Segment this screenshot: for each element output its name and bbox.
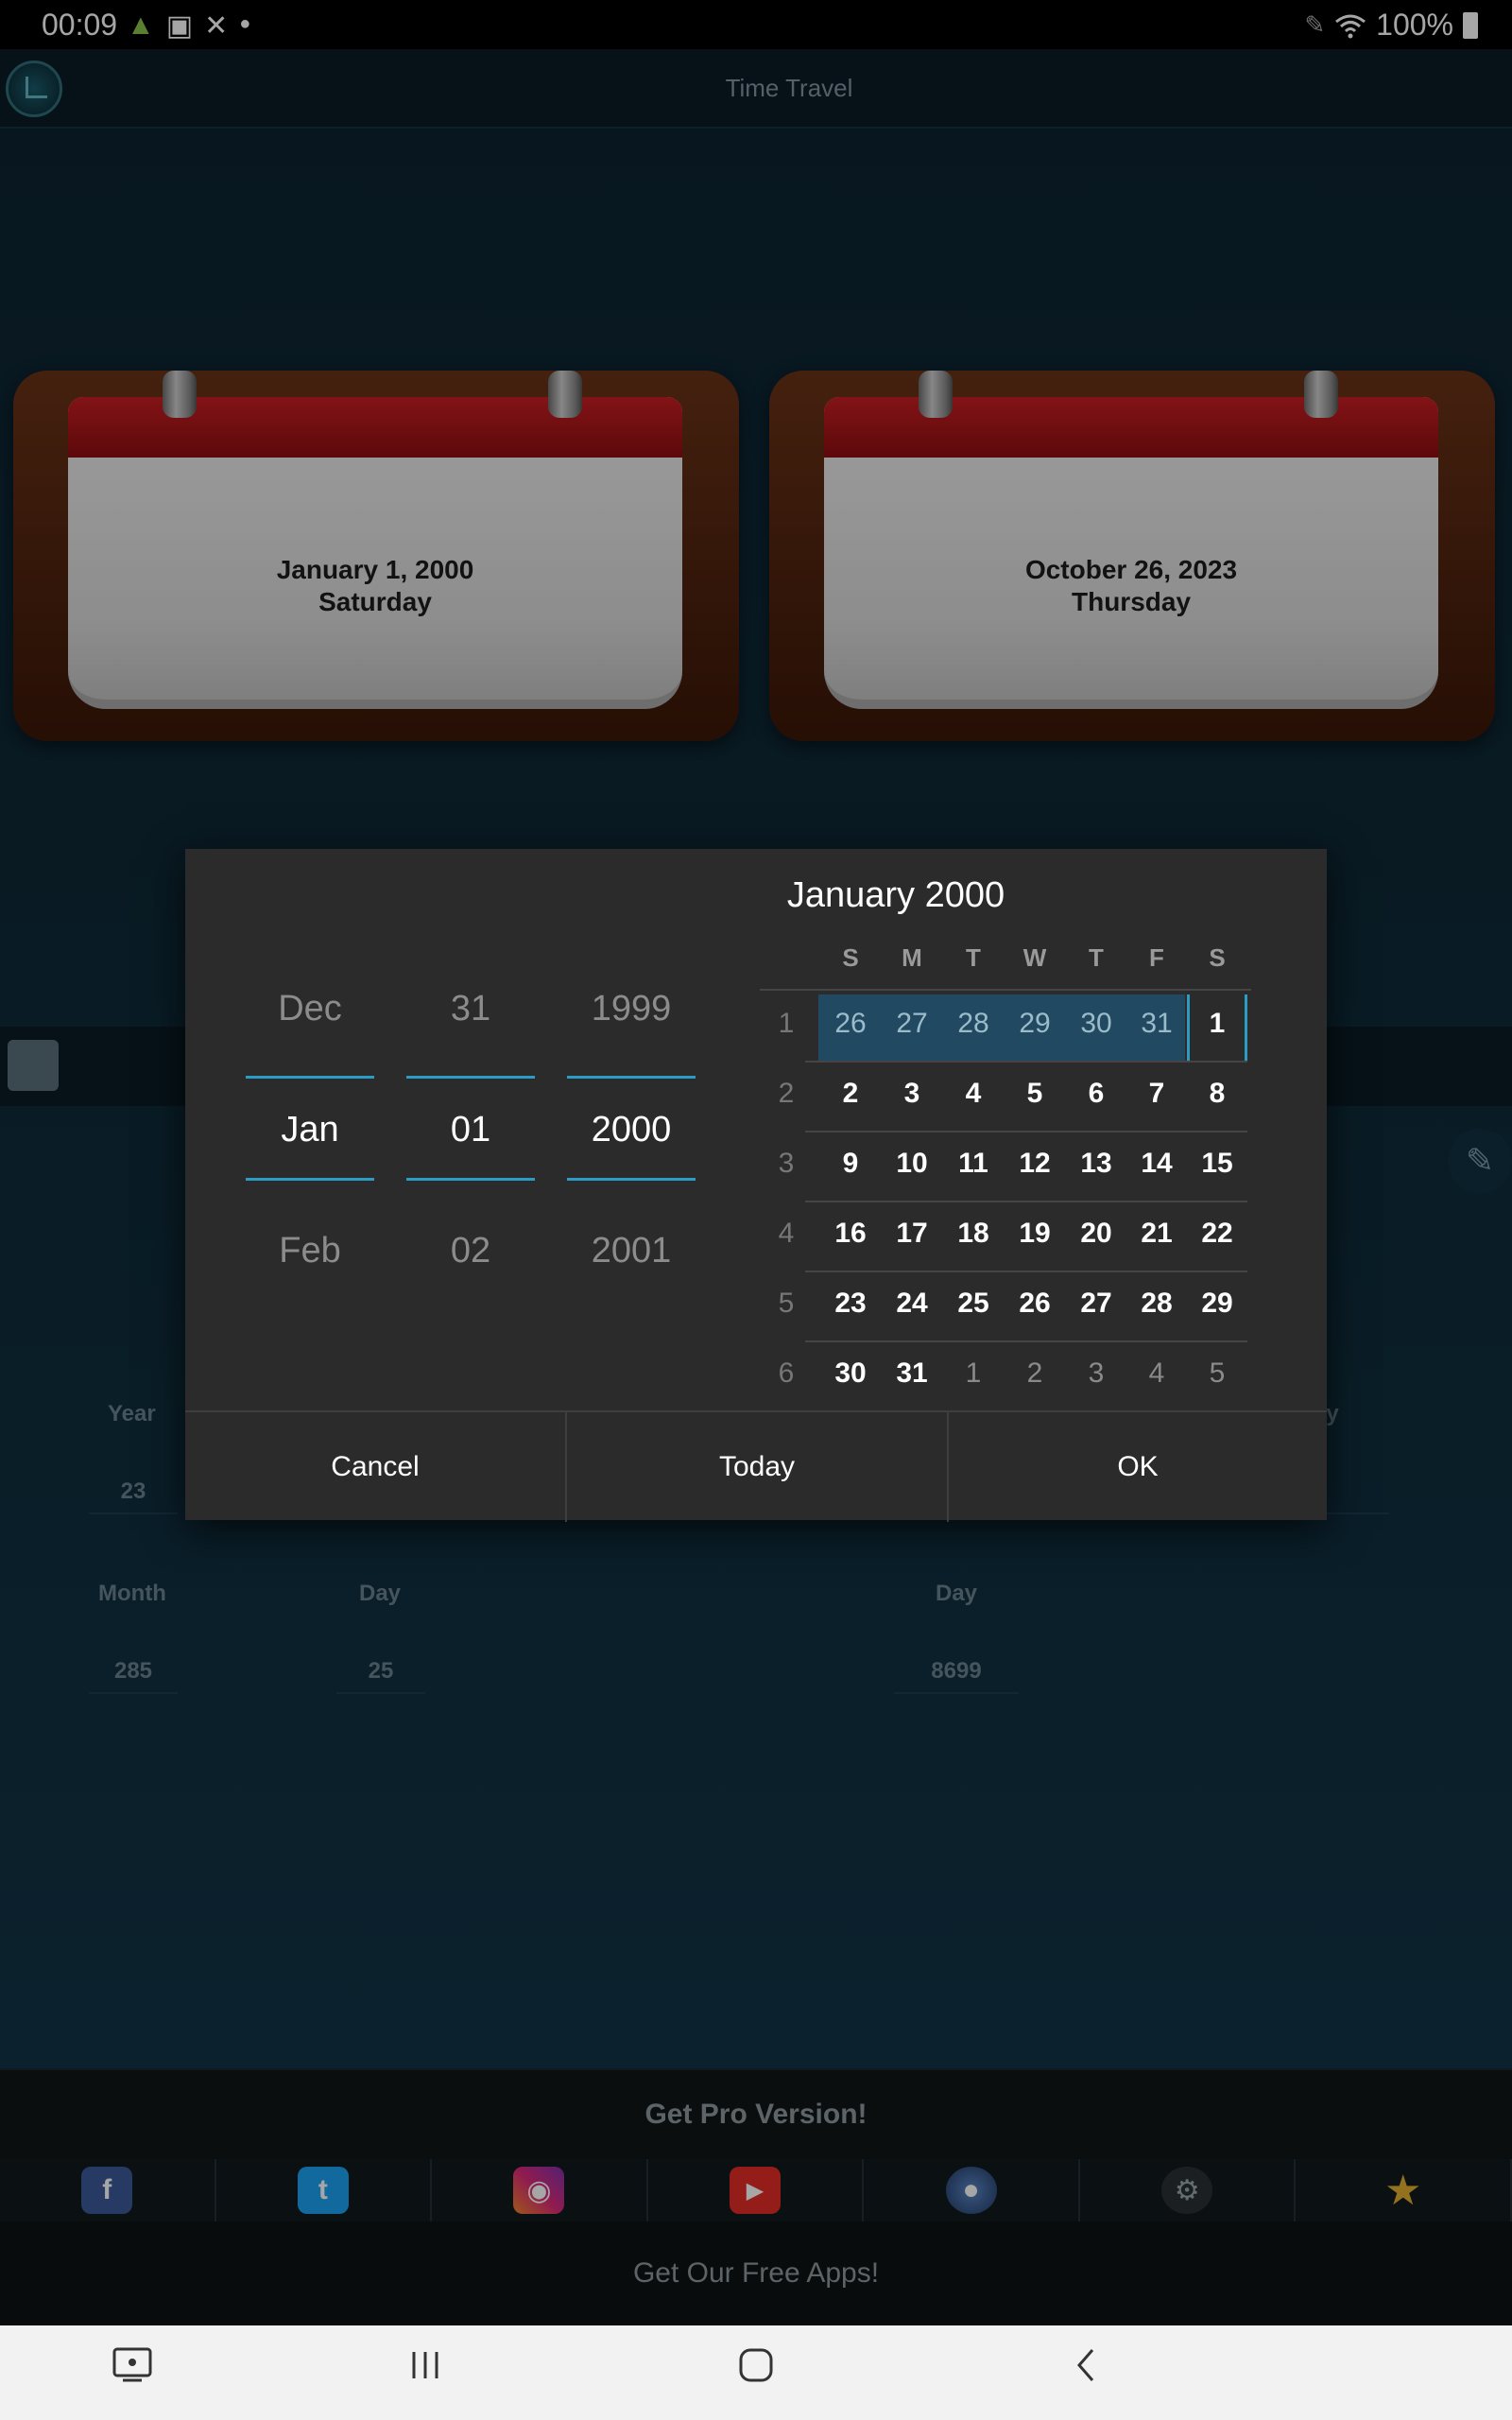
calendar-day[interactable]: 3 xyxy=(882,1078,942,1110)
app-root: 00:09 ▲ ▣ ✕ ● ✎ 100% Time Travel January… xyxy=(0,0,1512,2420)
calendar-day[interactable]: 1 xyxy=(1187,1008,1247,1040)
calendar-day[interactable]: 27 xyxy=(1066,1288,1126,1320)
year-prev[interactable]: 1999 xyxy=(567,989,696,1029)
calendar-day[interactable]: 27 xyxy=(882,1008,942,1040)
month-prev[interactable]: Dec xyxy=(246,989,374,1029)
calendar-day[interactable]: 5 xyxy=(1187,1357,1247,1390)
weekday-label: M xyxy=(902,943,922,972)
calendar-row-divider xyxy=(805,1131,1247,1132)
screen-icon[interactable] xyxy=(104,2346,161,2399)
week-number: 4 xyxy=(778,1218,795,1249)
back-icon[interactable] xyxy=(1058,2346,1115,2399)
calendar-day[interactable]: 6 xyxy=(1066,1078,1126,1110)
spinner-divider xyxy=(246,1178,374,1181)
week-number: 5 xyxy=(778,1288,795,1319)
week-number: 3 xyxy=(778,1148,795,1179)
calendar-day[interactable]: 26 xyxy=(1005,1288,1065,1320)
day-next[interactable]: 02 xyxy=(406,1231,535,1271)
week-number: 1 xyxy=(778,1008,795,1039)
calendar-divider xyxy=(760,989,1251,991)
calendar-day[interactable]: 15 xyxy=(1187,1148,1247,1180)
calendar-row-divider xyxy=(805,1270,1247,1272)
calendar-day[interactable]: 11 xyxy=(943,1148,1004,1180)
year-current[interactable]: 2000 xyxy=(567,1110,696,1150)
calendar-day[interactable]: 2 xyxy=(820,1078,881,1110)
calendar-day[interactable]: 1 xyxy=(943,1357,1004,1390)
weekday-label: S xyxy=(842,943,859,972)
spinner-divider xyxy=(406,1178,535,1181)
week-number: 2 xyxy=(778,1078,795,1109)
weekday-label: T xyxy=(1089,943,1104,972)
calendar-day[interactable]: 5 xyxy=(1005,1078,1065,1110)
weekday-label: F xyxy=(1149,943,1164,972)
navigation-bar xyxy=(0,2325,1512,2420)
calendar-day[interactable]: 4 xyxy=(943,1078,1004,1110)
calendar-day[interactable]: 29 xyxy=(1187,1288,1247,1320)
calendar-day[interactable]: 3 xyxy=(1066,1357,1126,1390)
calendar-day[interactable]: 22 xyxy=(1187,1218,1247,1250)
today-button[interactable]: Today xyxy=(565,1412,947,1522)
weekday-label: T xyxy=(966,943,981,972)
calendar-day[interactable]: 2 xyxy=(1005,1357,1065,1390)
weekday-label: W xyxy=(1022,943,1047,972)
calendar-day[interactable]: 28 xyxy=(1126,1288,1187,1320)
calendar-day[interactable]: 17 xyxy=(882,1218,942,1250)
calendar-day[interactable]: 21 xyxy=(1126,1218,1187,1250)
calendar-day[interactable]: 12 xyxy=(1005,1148,1065,1180)
year-next[interactable]: 2001 xyxy=(567,1231,696,1271)
home-icon[interactable] xyxy=(728,2346,784,2399)
month-next[interactable]: Feb xyxy=(246,1231,374,1271)
day-current[interactable]: 01 xyxy=(406,1110,535,1150)
spinner-divider xyxy=(406,1076,535,1079)
spinner-divider xyxy=(246,1076,374,1079)
calendar-day[interactable]: 19 xyxy=(1005,1218,1065,1250)
weekday-label: S xyxy=(1209,943,1226,972)
ok-button[interactable]: OK xyxy=(947,1412,1327,1522)
date-picker-dialog: Dec Jan Feb 31 01 02 1999 2000 2001 Janu… xyxy=(185,849,1327,1522)
calendar-day[interactable]: 16 xyxy=(820,1218,881,1250)
calendar-day[interactable]: 14 xyxy=(1126,1148,1187,1180)
calendar-day[interactable]: 7 xyxy=(1126,1078,1187,1110)
calendar-day[interactable]: 13 xyxy=(1066,1148,1126,1180)
calendar-row-divider xyxy=(805,1201,1247,1202)
calendar-day[interactable]: 30 xyxy=(820,1357,881,1390)
calendar-row-divider xyxy=(805,1061,1247,1063)
spinner-divider xyxy=(567,1076,696,1079)
calendar-day[interactable]: 31 xyxy=(882,1357,942,1390)
calendar-day[interactable]: 8 xyxy=(1187,1078,1247,1110)
cancel-button[interactable]: Cancel xyxy=(185,1412,565,1522)
calendar-day[interactable]: 18 xyxy=(943,1218,1004,1250)
spinner-divider xyxy=(567,1178,696,1181)
calendar-day[interactable]: 30 xyxy=(1066,1008,1126,1040)
week-number: 6 xyxy=(778,1357,795,1389)
calendar-day[interactable]: 31 xyxy=(1126,1008,1187,1040)
calendar-day[interactable]: 23 xyxy=(820,1288,881,1320)
calendar-day[interactable]: 10 xyxy=(882,1148,942,1180)
calendar-day[interactable]: 25 xyxy=(943,1288,1004,1320)
calendar-day[interactable]: 26 xyxy=(820,1008,881,1040)
dialog-button-bar: Cancel Today OK xyxy=(185,1410,1327,1522)
calendar-row-divider xyxy=(805,1340,1247,1342)
calendar-day[interactable]: 4 xyxy=(1126,1357,1187,1390)
recents-icon[interactable] xyxy=(397,2346,454,2399)
day-prev[interactable]: 31 xyxy=(406,989,535,1029)
calendar-day[interactable]: 24 xyxy=(882,1288,942,1320)
calendar-day[interactable]: 9 xyxy=(820,1148,881,1180)
month-current[interactable]: Jan xyxy=(246,1110,374,1150)
calendar-day[interactable]: 20 xyxy=(1066,1218,1126,1250)
calendar-month-title: January 2000 xyxy=(786,875,1005,915)
calendar-day[interactable]: 28 xyxy=(943,1008,1004,1040)
calendar-day[interactable]: 29 xyxy=(1005,1008,1065,1040)
